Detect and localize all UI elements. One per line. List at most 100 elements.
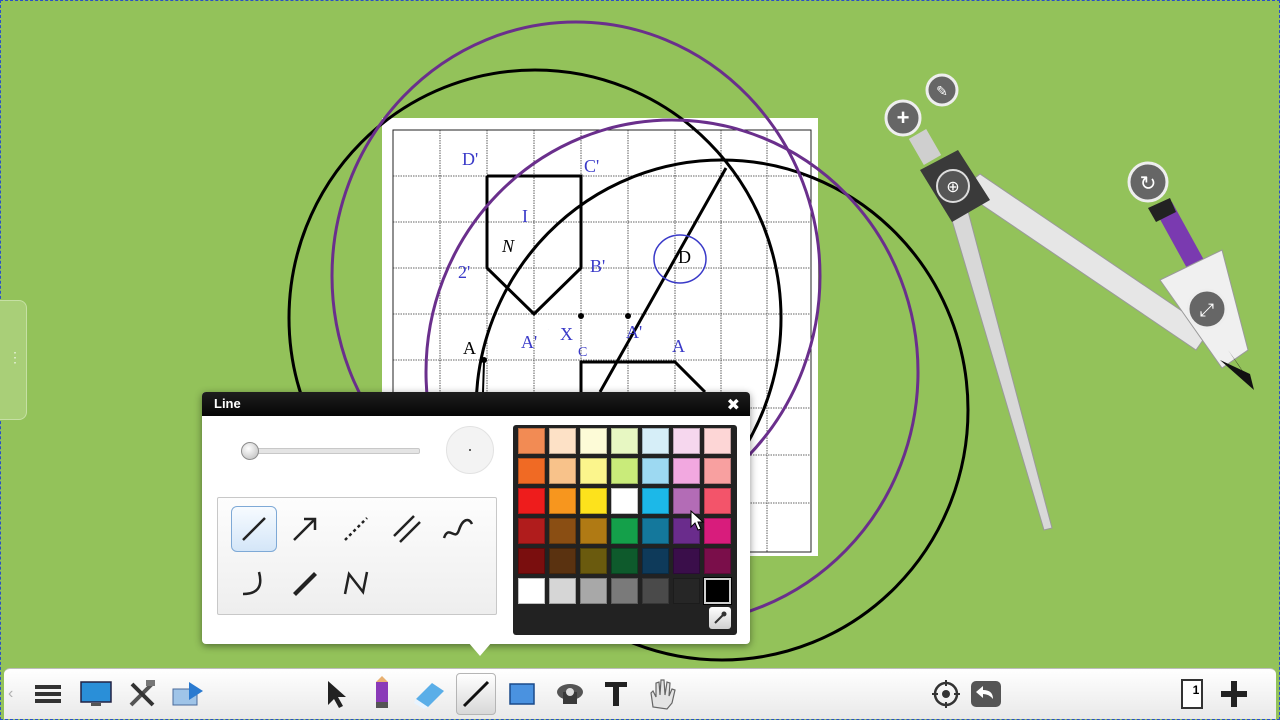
color-swatch[interactable] — [549, 458, 576, 484]
tools-icon[interactable] — [122, 673, 162, 715]
close-icon[interactable]: ✖ — [727, 395, 740, 415]
color-swatch[interactable] — [580, 488, 607, 514]
color-swatch[interactable] — [611, 578, 638, 604]
select-arrow-icon[interactable] — [316, 673, 356, 715]
svg-text:⤢: ⤢ — [1200, 300, 1215, 320]
eraser-icon[interactable] — [410, 673, 450, 715]
text-icon[interactable] — [596, 673, 636, 715]
label-n: N — [501, 236, 515, 256]
polyline-button[interactable] — [333, 560, 379, 606]
curved-line-button[interactable] — [231, 560, 277, 606]
color-swatch[interactable] — [549, 428, 576, 454]
double-line-button[interactable] — [384, 506, 430, 552]
color-swatch[interactable] — [518, 548, 545, 574]
polyline-icon — [343, 571, 369, 595]
straight-line-button[interactable] — [231, 506, 277, 552]
svg-text:+: + — [897, 105, 910, 130]
line-icon[interactable] — [456, 673, 496, 715]
color-swatch[interactable] — [549, 518, 576, 544]
color-swatch[interactable] — [704, 518, 731, 544]
color-swatch[interactable] — [642, 578, 669, 604]
label-x: X — [560, 324, 573, 344]
color-swatch[interactable] — [704, 428, 731, 454]
color-swatch[interactable] — [611, 548, 638, 574]
color-swatch[interactable] — [704, 548, 731, 574]
color-swatch[interactable] — [518, 518, 545, 544]
color-swatch[interactable] — [673, 548, 700, 574]
color-swatch[interactable] — [642, 548, 669, 574]
color-swatch[interactable] — [704, 458, 731, 484]
curved-line-icon — [242, 571, 262, 596]
compass-tool[interactable]: ⊕ + ✎ ↻ ⤢ — [884, 73, 1254, 531]
label-d: D — [678, 247, 691, 267]
dashed-line-icon — [344, 517, 368, 541]
color-swatch[interactable] — [518, 578, 545, 604]
calligraphy-line-button[interactable] — [282, 560, 328, 606]
dashed-line-button[interactable] — [333, 506, 379, 552]
move-icon[interactable]: ⤢ — [1186, 288, 1228, 330]
label-i: I — [522, 206, 528, 226]
bottom-toolbar: ‹ — [4, 668, 1276, 719]
color-swatch[interactable] — [580, 548, 607, 574]
arrow-line-button[interactable] — [282, 506, 328, 552]
color-swatch[interactable] — [673, 578, 700, 604]
add-page-icon[interactable] — [1214, 673, 1254, 715]
mouse-cursor-icon — [690, 510, 705, 531]
line-type-panel — [217, 497, 497, 615]
color-swatch[interactable] — [580, 518, 607, 544]
color-swatch[interactable] — [580, 458, 607, 484]
dialog-title: Line — [214, 396, 241, 411]
line-width-slider-thumb[interactable] — [240, 442, 259, 460]
display-icon[interactable] — [76, 673, 116, 715]
dialog-pointer — [468, 642, 492, 656]
color-swatch[interactable] — [642, 428, 669, 454]
wavy-line-icon — [442, 518, 474, 539]
pencil-icon[interactable] — [362, 673, 402, 715]
double-line-icon — [393, 515, 421, 543]
color-swatch[interactable] — [549, 578, 576, 604]
capture-icon[interactable] — [926, 673, 966, 715]
svg-text:↻: ↻ — [1140, 173, 1157, 195]
color-swatch[interactable] — [611, 488, 638, 514]
chevron-left-icon[interactable]: ‹ — [8, 685, 13, 703]
color-swatch[interactable] — [611, 428, 638, 454]
label-c: C — [578, 345, 587, 360]
dialog-titlebar[interactable]: Line ✖ — [202, 392, 750, 416]
compass-settings-icon[interactable]: ✎ — [925, 73, 959, 107]
color-swatch[interactable] — [642, 458, 669, 484]
color-swatch[interactable] — [518, 428, 545, 454]
wavy-line-button[interactable] — [435, 506, 481, 552]
label-a-prime: A' — [521, 332, 537, 352]
color-swatch[interactable] — [611, 458, 638, 484]
page-number: 1 — [1192, 683, 1200, 697]
svg-text:⊕: ⊕ — [946, 179, 959, 196]
label-a-prime-2: A' — [626, 322, 642, 342]
color-swatch[interactable] — [611, 518, 638, 544]
hand-icon[interactable] — [642, 673, 682, 715]
color-swatch[interactable] — [518, 488, 545, 514]
line-width-slider[interactable] — [242, 448, 420, 454]
color-swatch[interactable] — [703, 577, 732, 605]
color-swatch[interactable] — [642, 518, 669, 544]
add-icon[interactable]: + — [884, 99, 922, 137]
color-swatch[interactable] — [549, 548, 576, 574]
shape-icon[interactable] — [502, 673, 542, 715]
color-swatch[interactable] — [580, 578, 607, 604]
label-a: A — [463, 338, 476, 358]
pivot-icon[interactable]: ⊕ — [936, 169, 970, 203]
menu-icon[interactable] — [28, 673, 68, 715]
straight-line-icon — [242, 517, 266, 541]
color-swatch[interactable] — [673, 428, 700, 454]
undo-icon[interactable] — [966, 673, 1006, 715]
fill-icon[interactable] — [550, 673, 590, 715]
rotate-icon[interactable]: ↻ — [1127, 161, 1169, 203]
color-swatch[interactable] — [704, 488, 731, 514]
eyedropper-icon[interactable] — [709, 607, 731, 629]
color-swatch[interactable] — [549, 488, 576, 514]
transfer-icon[interactable] — [168, 673, 208, 715]
color-swatch[interactable] — [642, 488, 669, 514]
color-swatch[interactable] — [518, 458, 545, 484]
color-swatch[interactable] — [673, 458, 700, 484]
label-2-prime: 2' — [458, 262, 470, 282]
color-swatch[interactable] — [580, 428, 607, 454]
